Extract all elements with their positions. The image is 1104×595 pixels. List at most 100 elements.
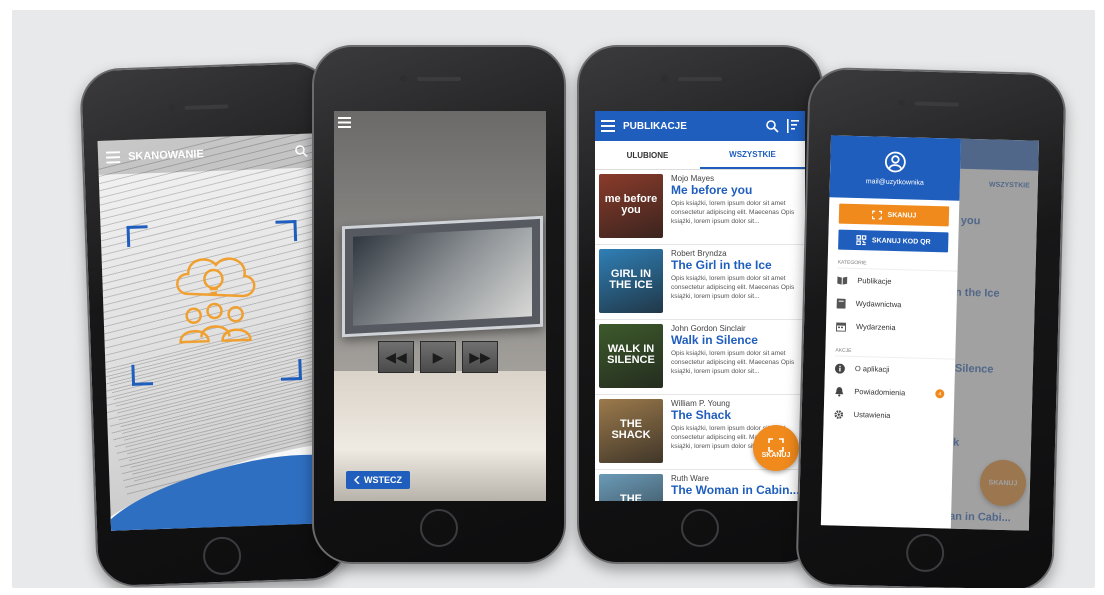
cover-text: WALK IN SILENCE [607,343,655,366]
tab-bar: ULUBIONE WSZYSTKIE [595,141,805,170]
publication-author: John Gordon Sinclair [671,324,746,333]
book-icon [836,298,846,309]
showcase-background: SKANOWANIE ◀◀ ▶ ▶▶ WSTECZ PUBLIKACJE ULU… [12,10,1095,588]
back-button[interactable]: WSTECZ [346,471,410,489]
speaker [678,77,722,81]
scan-button-label: SKANUJ [887,211,917,220]
page-title: PUBLIKACJE [623,120,687,132]
user-email: mail@uzytkownika [865,177,924,187]
frame-corner [131,364,154,386]
drawer-item-label: Wydarzenia [855,322,896,333]
idea-people-icon [157,241,271,355]
publication-author: Mojo Mayes [671,174,715,183]
rewind-icon: ◀◀ [385,348,407,365]
frame-corner [280,358,302,381]
book-cover: WALK IN SILENCE [599,324,663,388]
drawer-item-label: Wydawnictwa [855,299,902,310]
ar-video-frame [342,215,543,338]
frame-corner [126,225,149,247]
drawer-item-settings[interactable]: Ustawienia [823,402,954,428]
drawer-item-label: O aplikacji [854,364,890,374]
speaker [417,77,461,81]
book-cover: GIRL IN THE ICE [599,249,663,313]
scan-frame-icon [871,210,882,220]
publication-description: Opis książki, lorem ipsum dolor sit amet… [671,200,795,225]
info-icon [834,363,845,374]
scan-frame-icon [768,437,784,452]
tab-all[interactable]: WSZYSTKIE [700,141,805,169]
publication-item[interactable]: GIRL IN THE ICE Robert Bryndza The Girl in… [595,245,805,320]
publication-item[interactable]: THE WOMAN Ruth WareThe Woman in Cabin... [595,470,805,501]
phone-ar-video: ◀◀ ▶ ▶▶ WSTECZ [312,45,566,564]
book-cover: THE SHACK [599,399,663,463]
cover-text: me before you [604,193,658,216]
scan-fab-label: SKANUJ [761,451,791,459]
publication-meta: Ruth Ware The Woman in Cabin... [671,474,801,501]
cover-text: THE WOMAN [620,493,642,502]
menu-icon[interactable] [338,117,351,128]
play-button[interactable]: ▶ [420,341,456,373]
drawer-item-publikacje[interactable]: Publikacje [827,268,958,294]
cover-text: GIRL IN THE ICE [609,268,653,291]
front-camera [661,75,668,82]
scan-qr-button[interactable]: SKANUJ KOD QR [838,229,949,253]
ar-screen: ◀◀ ▶ ▶▶ WSTECZ [334,111,546,501]
fast-forward-button[interactable]: ▶▶ [462,341,498,373]
scan-title: SKANOWANIE [127,148,205,163]
publication-item[interactable]: WALK IN SILENCE John Gordon Sinclair Walk … [595,320,805,395]
phone-publications: PUBLIKACJE ULUBIONE WSZYSTKIE me before … [577,45,823,564]
user-avatar-icon [884,150,907,173]
phone-drawer: WSZYSTKIE you n the Ice Silence k an in … [795,66,1067,588]
speaker [184,104,229,110]
drawer-item-label: Publikacje [857,276,892,286]
front-camera [400,75,407,82]
home-button [202,536,242,576]
cover-text: THE SHACK [611,418,651,441]
book-cover: me before you [599,174,663,238]
gear-icon [834,409,844,419]
drawer-item-notifications[interactable]: Powiadomienia 4 [824,379,955,405]
media-controls: ◀◀ ▶ ▶▶ [378,341,498,373]
scan-qr-label: SKANUJ KOD QR [871,236,931,246]
drawer-item-label: Ustawienia [853,410,891,420]
publication-author: William P. Young [671,399,730,408]
scan-screen: SKANOWANIE [97,133,330,531]
calendar-icon [835,321,847,332]
search-icon[interactable] [766,119,779,133]
drawer-header: mail@uzytkownika [829,135,962,201]
publication-title: The Woman in Cabin... [671,483,800,497]
front-camera [897,99,906,107]
chevron-left-icon [354,476,360,484]
back-label: WSTECZ [364,475,402,485]
publication-description: Opis książki, lorem ipsum dolor sit amet… [671,275,795,300]
drawer-item-about[interactable]: O aplikacji [825,356,956,382]
frame-corner [275,220,298,242]
ar-video-content [353,227,532,326]
notification-badge: 4 [935,389,945,399]
front-camera [168,104,176,112]
drawer-item-label: Powiadomienia [854,387,906,398]
tab-favorites[interactable]: ULUBIONE [595,141,700,169]
home-button [905,533,945,573]
sort-icon[interactable] [787,119,799,133]
scan-fab[interactable]: SKANUJ [753,425,799,471]
home-button [420,509,458,547]
drawer-item-wydarzenia[interactable]: Wydarzenia [826,314,957,340]
publication-title: Me before you [671,183,753,197]
drawer-item-wydawnictwa[interactable]: Wydawnictwa [826,291,957,317]
publication-item[interactable]: me before you Mojo Mayes Me before you Opis… [595,170,805,245]
scan-button[interactable]: SKANUJ [838,203,950,227]
publication-title: The Girl in the Ice [671,258,772,272]
navigation-drawer: mail@uzytkownika SKANUJ SKANUJ KOD QR KA… [820,135,962,529]
drawer-screen: WSZYSTKIE you n the Ice Silence k an in … [820,135,1039,531]
menu-icon[interactable] [105,151,121,164]
home-button [681,509,719,547]
menu-icon[interactable] [601,120,615,132]
bell-icon [834,386,844,397]
rewind-button[interactable]: ◀◀ [378,341,414,373]
search-icon[interactable] [295,144,308,157]
scan-frame [126,220,302,386]
publication-title: Walk in Silence [671,333,758,347]
publication-meta: Mojo Mayes Me before you Opis książki, lor… [671,174,801,238]
publication-meta: Robert Bryndza The Girl in the Ice Opis ks… [671,249,801,313]
